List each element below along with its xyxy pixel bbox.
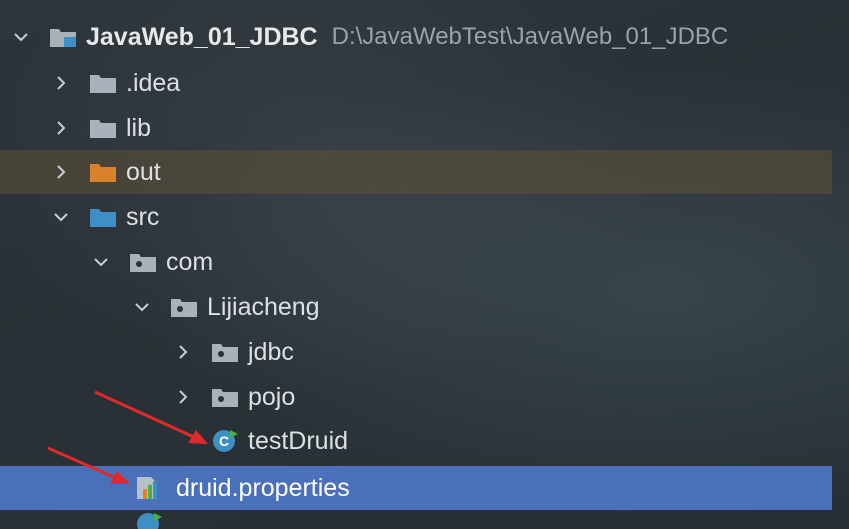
chevron-right-icon[interactable] xyxy=(52,163,70,181)
chevron-right-icon[interactable] xyxy=(174,343,192,361)
chevron-right-icon[interactable] xyxy=(52,74,70,92)
package-icon xyxy=(169,295,199,319)
tree-item-pojo[interactable]: pojo xyxy=(174,375,832,419)
java-class-icon: C xyxy=(210,429,240,453)
chevron-down-icon[interactable] xyxy=(52,208,70,226)
folder-icon xyxy=(88,116,118,140)
folder-icon xyxy=(88,71,118,95)
chevron-down-icon[interactable] xyxy=(133,298,151,316)
chevron-right-icon[interactable] xyxy=(52,119,70,137)
tree-item-partial[interactable] xyxy=(134,512,832,529)
package-icon xyxy=(210,340,240,364)
tree-item-testdruid[interactable]: C testDruid xyxy=(210,419,832,463)
tree-item-out[interactable]: out xyxy=(0,150,832,194)
package-icon xyxy=(128,250,158,274)
tree-item-label: jdbc xyxy=(248,337,294,366)
project-path: D:\JavaWebTest\JavaWeb_01_JDBC xyxy=(331,23,729,50)
java-class-icon xyxy=(134,512,164,529)
tree-item-src[interactable]: src xyxy=(52,195,832,239)
tree-item-com[interactable]: com xyxy=(92,240,832,284)
chevron-right-icon[interactable] xyxy=(174,388,192,406)
tree-item-idea[interactable]: .idea xyxy=(52,61,832,105)
tree-item-label: com xyxy=(166,247,214,276)
tree-item-label: testDruid xyxy=(248,426,349,455)
project-tree: JavaWeb_01_JDBC D:\JavaWebTest\JavaWeb_0… xyxy=(0,0,849,529)
tree-item-lib[interactable]: lib xyxy=(52,106,832,150)
tree-item-label: Lijiacheng xyxy=(207,292,320,321)
excluded-folder-icon xyxy=(88,160,118,184)
tree-item-label: src xyxy=(126,202,160,231)
chevron-down-icon[interactable] xyxy=(12,28,30,46)
source-folder-icon xyxy=(88,205,118,229)
tree-item-label: pojo xyxy=(248,382,296,411)
tree-item-druid-properties[interactable]: druid.properties xyxy=(0,466,832,510)
tree-item-label: druid.properties xyxy=(176,473,350,502)
package-icon xyxy=(210,385,240,409)
project-folder-icon xyxy=(48,25,78,49)
project-name: JavaWeb_01_JDBC xyxy=(86,22,318,51)
tree-item-jdbc[interactable]: jdbc xyxy=(174,330,832,374)
tree-item-project-root[interactable]: JavaWeb_01_JDBC D:\JavaWebTest\JavaWeb_0… xyxy=(12,15,844,59)
tree-item-lijiacheng[interactable]: Lijiacheng xyxy=(133,285,832,329)
chevron-down-icon[interactable] xyxy=(92,253,110,271)
tree-item-label: .idea xyxy=(126,68,181,97)
svg-text:C: C xyxy=(219,433,229,449)
tree-item-label: out xyxy=(126,157,161,186)
tree-item-label: lib xyxy=(126,113,152,142)
properties-file-icon xyxy=(134,476,168,500)
